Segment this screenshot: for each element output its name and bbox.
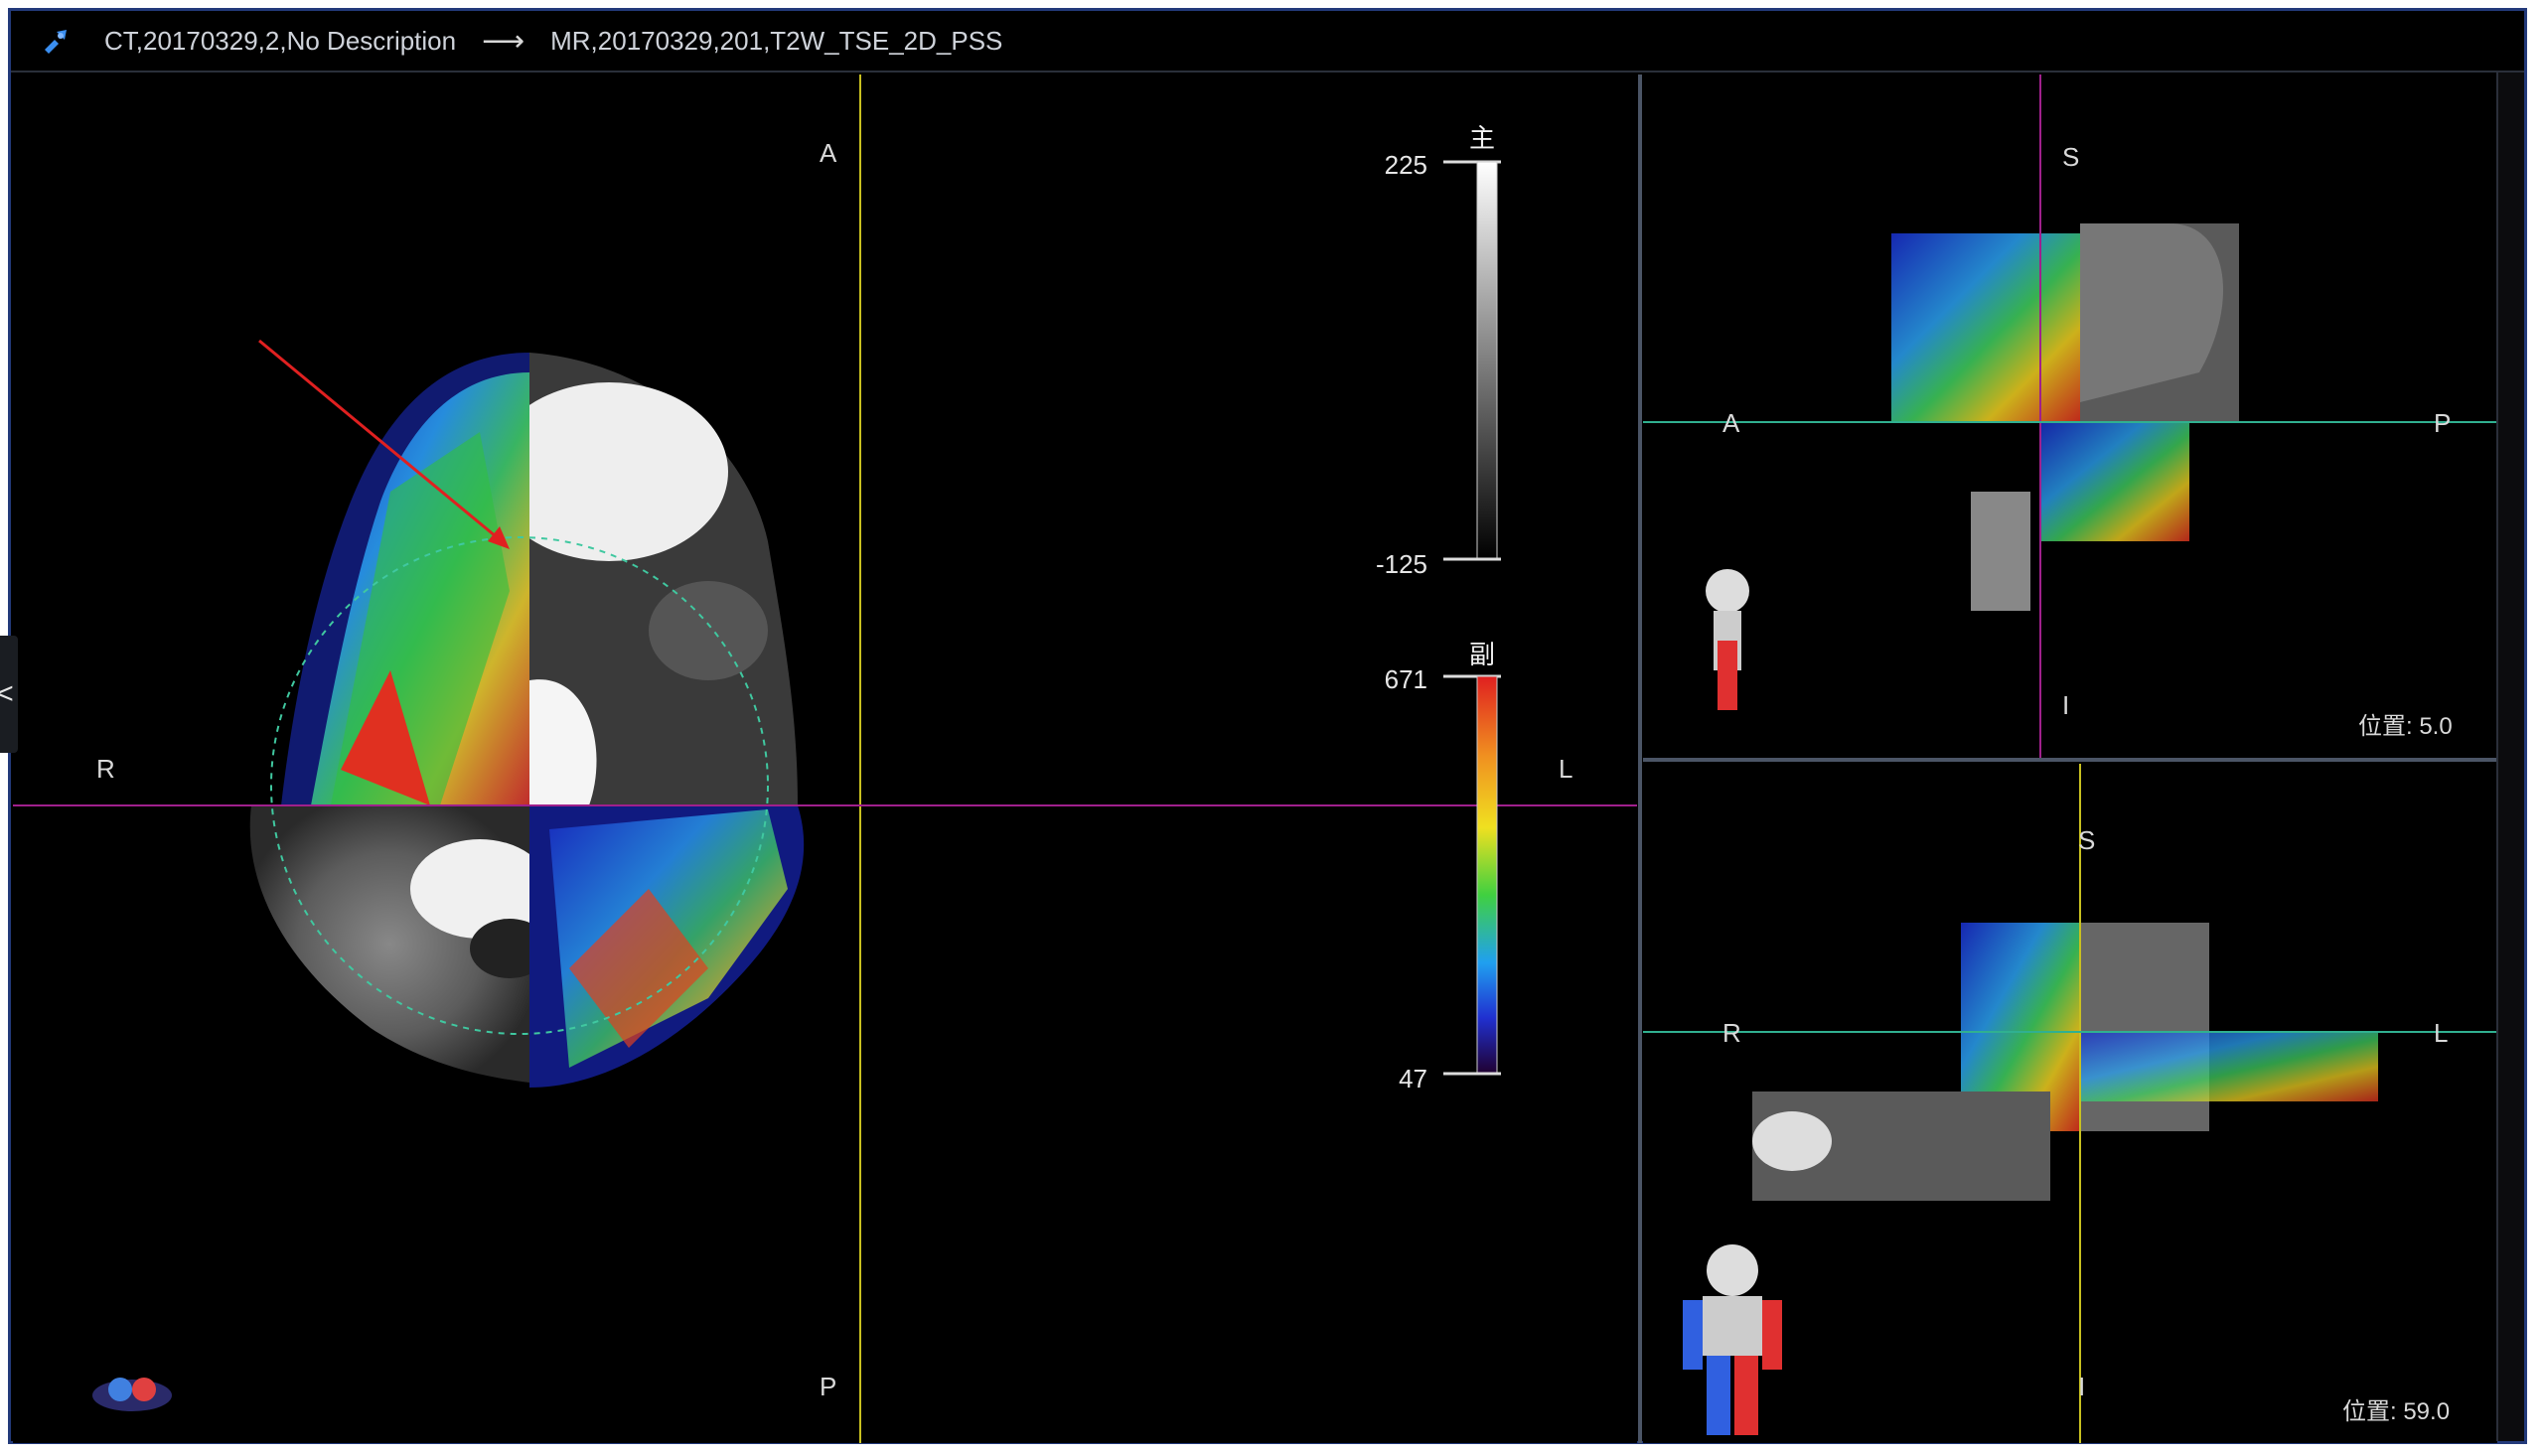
orientation-right: R [96,754,115,784]
sagittal-image [1643,74,2497,758]
axial-image [13,74,1637,1443]
orientation-superior: S [2062,142,2080,172]
coronal-position-readout: 位置: 59.0 [2342,1398,2451,1425]
orientation-cube-icon [92,1378,172,1411]
secondary-colormap-bar[interactable] [1443,674,1503,1082]
moving-series-label: MR,20170329,201,T2W_TSE_2D_PSS [550,25,1003,56]
view-divider-vertical[interactable] [1638,74,1642,1443]
orientation-inferior: I [2078,1372,2086,1401]
titlebar: CT,20170329,2,No Description ⟶ MR,201703… [11,11,2524,73]
orientation-right: R [1722,1018,1741,1048]
collapse-sidebar-button[interactable]: < [0,636,18,753]
secondary-scale-min: 47 [1399,1064,1427,1093]
view-divider-horizontal[interactable] [1643,758,2497,762]
secondary-scale-title: 副 [1469,640,1496,669]
orientation-left: L [2434,1018,2449,1048]
primary-grayscale-bar[interactable] [1443,160,1503,567]
registration-arrow-icon: ⟶ [482,24,525,58]
orientation-anterior: A [1722,408,1740,438]
orientation-inferior: I [2062,690,2070,720]
sagittal-fusion-view[interactable]: S I A P 位置: 5.0 [1643,74,2497,758]
fixed-series-label: CT,20170329,2,No Description [104,25,457,56]
registration-icon [45,30,67,54]
orientation-posterior: P [820,1372,837,1401]
body-orientation-figure-icon [1706,569,1749,710]
primary-scale-title: 主 [1469,123,1496,153]
orientation-posterior: P [2434,408,2452,438]
coronal-fusion-view[interactable]: S I R L 位置: 59.0 [1643,764,2497,1443]
orientation-superior: S [2078,825,2096,855]
orientation-anterior: A [820,138,837,168]
orientation-left: L [1559,754,1573,784]
coronal-image [1643,764,2497,1443]
right-edge-panel [2496,73,2524,1441]
secondary-scale-max: 671 [1384,664,1427,694]
sagittal-position-readout: 位置: 5.0 [2358,713,2453,740]
body-orientation-figure-icon [1683,1244,1782,1435]
primary-scale-max: 225 [1384,150,1427,180]
registration-window: CT,20170329,2,No Description ⟶ MR,201703… [8,8,2527,1444]
axial-fusion-view[interactable]: A P R L 主 225 -125 副 671 47 [13,74,1637,1443]
primary-scale-min: -125 [1375,549,1427,579]
